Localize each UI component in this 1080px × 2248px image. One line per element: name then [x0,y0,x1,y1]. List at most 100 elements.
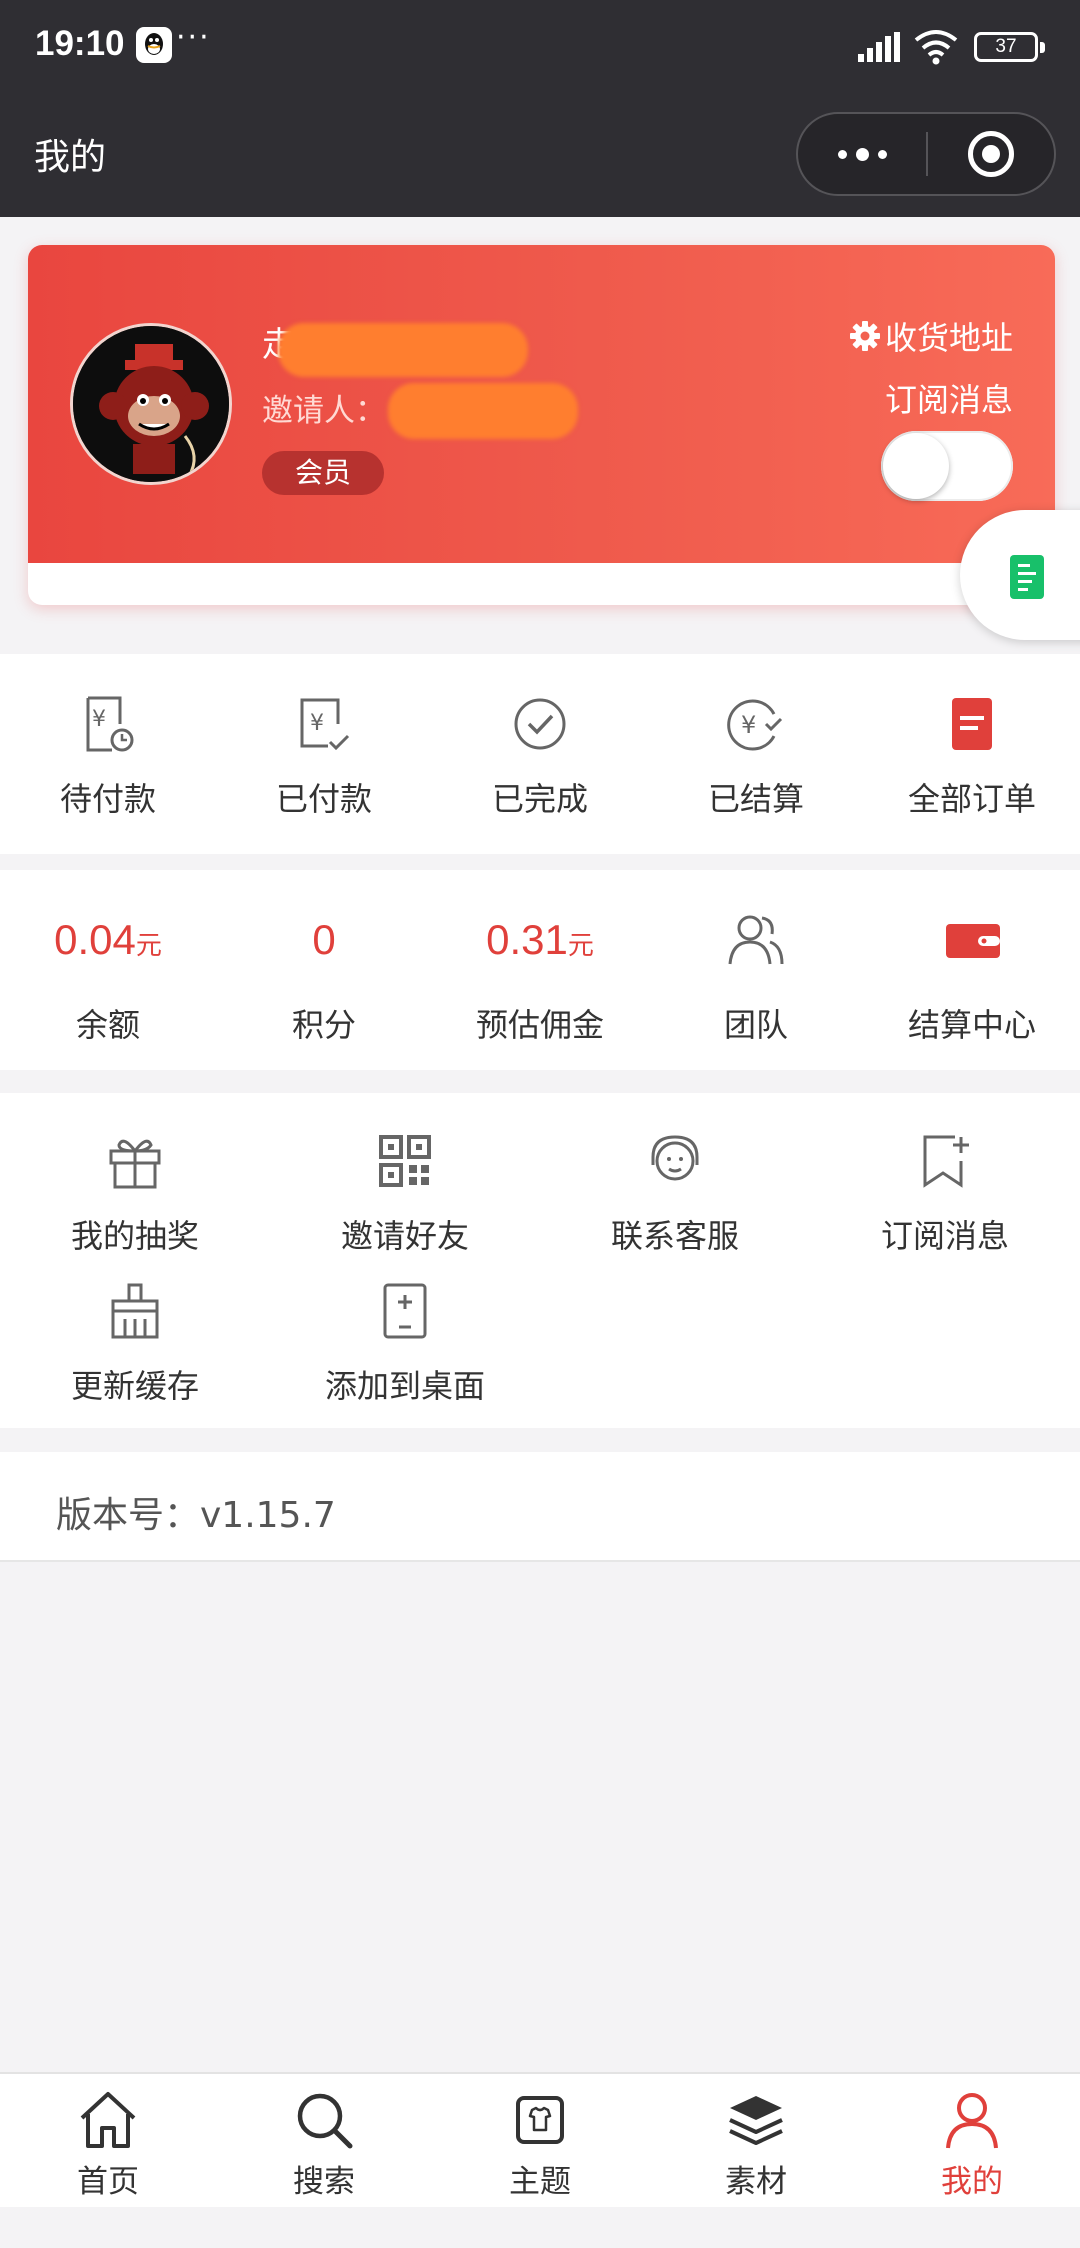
paid-icon: ¥ [300,698,350,751]
stat-commission[interactable]: 0.31元 预估佣金 [432,870,648,1070]
address-link[interactable]: 收货地址 [849,313,1013,359]
tool-label: 我的抽奖 [70,1217,199,1255]
tool-label: 联系客服 [610,1217,739,1255]
tab-materials[interactable]: 素材 [648,2074,864,2207]
miniprogram-capsule [796,112,1056,196]
tool-lottery[interactable]: 我的抽奖 [0,1131,270,1261]
completed-icon [514,698,566,750]
tool-customer-service[interactable]: 联系客服 [540,1131,810,1261]
status-bar: 19:10 ··· 37 [0,0,1080,95]
team-icon [728,915,784,965]
wifi-icon [914,30,958,65]
order-all[interactable]: 全部订单 [864,654,1080,854]
order-completed[interactable]: 已完成 [432,654,648,854]
signal-icon [858,32,900,62]
tool-update-cache[interactable]: 更新缓存 [0,1281,270,1411]
subscribe-toggle[interactable] [881,431,1013,501]
redaction-mark [388,383,578,439]
tool-invite[interactable]: 邀请好友 [270,1131,540,1261]
tab-search[interactable]: 搜索 [216,2074,432,2207]
system-home-bar [0,2207,1080,2248]
avatar[interactable] [70,323,232,485]
close-target-icon[interactable] [968,131,1014,177]
more-icon[interactable] [798,114,926,194]
tab-label: 素材 [725,2164,787,2200]
page-title: 我的 [34,137,107,178]
search-icon [297,2093,353,2149]
tool-label: 订阅消息 [880,1217,1009,1255]
version-section: 版本号：v1.15.7 [0,1452,1080,1562]
team-label: 团队 [723,1006,788,1044]
order-pending-payment[interactable]: ¥ 待付款 [0,654,216,854]
settled-icon: ¥ [727,699,783,751]
bookmark-add-icon [923,1135,969,1188]
stat-points[interactable]: 0 积分 [216,870,432,1070]
broom-icon [111,1283,159,1339]
tab-home[interactable]: 首页 [0,2074,216,2207]
top-bar: 19:10 ··· 37 我的 [0,0,1080,217]
points-label: 积分 [291,1006,356,1044]
order-label: 全部订单 [907,780,1036,818]
commission-value: 0.31元 [486,916,594,963]
gear-icon [849,321,880,351]
bottom-tab-bar: 首页 搜索 主题 素材 我的 [0,2072,1080,2207]
svg-text:¥: ¥ [310,711,324,736]
tools-section: 我的抽奖 邀请好友 联系客服 订阅消息 更新缓存 添加到桌面 [0,1093,1080,1428]
address-link-label: 收货地址 [884,319,1013,357]
customer-service-icon [651,1135,699,1181]
order-settled[interactable]: ¥ 已结算 [648,654,864,854]
stats-section: 0.04元 余额 0 积分 0.31元 预估佣金 团队 结算中心 [0,870,1080,1070]
capsule-divider [926,132,928,176]
user-icon [946,2093,998,2149]
stat-team[interactable]: 团队 [648,870,864,1070]
version-number: 版本号：v1.15.7 [56,1495,336,1536]
order-label: 待付款 [59,780,156,818]
settlement-label: 结算中心 [907,1006,1036,1044]
tool-label: 更新缓存 [70,1367,199,1405]
gift-icon [109,1139,161,1189]
battery-icon: 37 [974,32,1045,62]
all-orders-icon [952,698,992,750]
tab-label: 我的 [941,2164,1003,2200]
tool-add-to-desktop[interactable]: 添加到桌面 [270,1281,540,1411]
inviter-label: 邀请人： [262,393,386,429]
home-icon [80,2092,136,2148]
tool-label: 邀请好友 [340,1217,469,1255]
tool-label: 添加到桌面 [324,1367,485,1405]
order-label: 已付款 [275,780,372,818]
member-badge: 会员 [262,451,384,495]
pending-payment-icon: ¥ [86,696,134,752]
balance-label: 余额 [75,1006,140,1044]
points-value: 0 [312,916,336,963]
tab-label: 主题 [509,2164,571,2200]
tab-label: 首页 [77,2164,139,2200]
svg-text:¥: ¥ [92,707,106,732]
floating-doc-button[interactable] [960,510,1080,640]
balance-value: 0.04元 [54,916,162,963]
tool-subscribe[interactable]: 订阅消息 [810,1131,1080,1261]
profile-card: 走 邀请人： 会员 收货地址 订阅消息 [28,245,1055,605]
redaction-mark [278,323,528,377]
subscribe-label: 订阅消息 [884,381,1013,419]
commission-label: 预估佣金 [475,1006,604,1044]
svg-text:¥: ¥ [741,711,756,739]
stat-settlement[interactable]: 结算中心 [864,870,1080,1070]
more-notifications-icon: ··· [176,20,211,55]
layers-icon [729,2096,783,2145]
document-icon [1010,555,1044,599]
theme-icon [516,2096,564,2144]
status-time: 19:10 [35,24,125,63]
orders-section: ¥ 待付款 ¥ 已付款 已完成 ¥ 已结算 全部订单 [0,654,1080,854]
qq-icon [136,27,172,63]
tab-label: 搜索 [293,2164,355,2200]
wallet-icon [946,924,1000,958]
order-label: 已结算 [707,780,804,818]
stat-balance[interactable]: 0.04元 余额 [0,870,216,1070]
add-to-desktop-icon [383,1283,427,1339]
order-paid[interactable]: ¥ 已付款 [216,654,432,854]
order-label: 已完成 [491,780,588,818]
tab-mine[interactable]: 我的 [864,2074,1080,2207]
profile-card-banner: 走 邀请人： 会员 收货地址 订阅消息 [28,245,1055,563]
tab-theme[interactable]: 主题 [432,2074,648,2207]
qrcode-icon [379,1135,431,1187]
